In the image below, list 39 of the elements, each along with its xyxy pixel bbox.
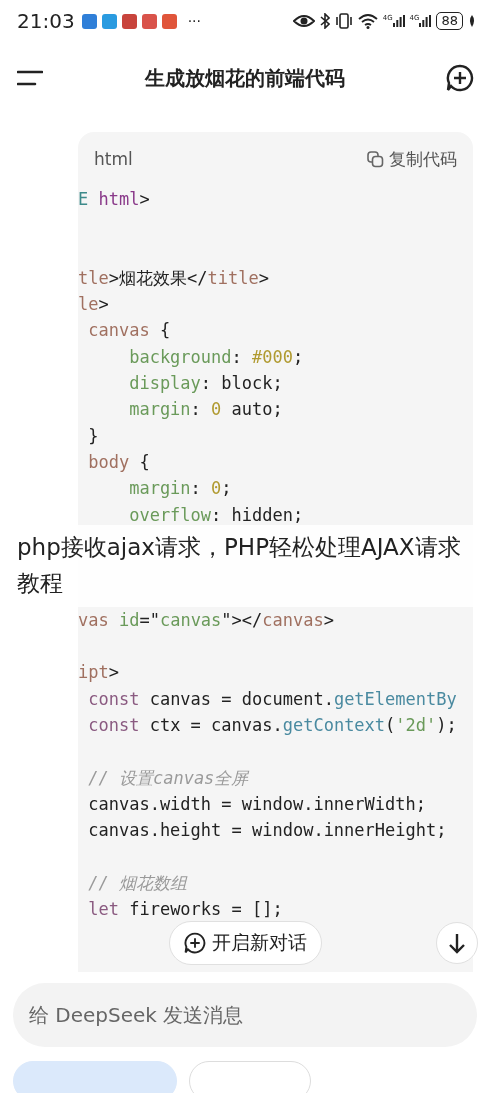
wifi-icon (357, 13, 378, 29)
new-chat-icon[interactable] (446, 64, 474, 92)
copy-icon (367, 150, 384, 168)
down-arrow-icon (447, 932, 467, 954)
new-chat-button[interactable]: 开启新对话 (169, 921, 322, 965)
bluetooth-icon (319, 13, 330, 29)
code-line: body { (87, 450, 151, 474)
code-line: E html> (78, 188, 151, 211)
code-line: const canvas = document.getElementBy (87, 687, 458, 711)
code-line: canvas.width = window.innerWidth; (87, 792, 427, 816)
code-line: display: block; (128, 372, 284, 396)
menu-icon[interactable] (17, 70, 43, 86)
code-line: margin: 0 auto; (128, 398, 284, 422)
copy-code-button[interactable]: 复制代码 (367, 147, 457, 171)
vibrate-icon (334, 13, 353, 29)
code-line: le> (78, 293, 110, 317)
signal-icon (392, 15, 405, 27)
status-time: 21:03 (17, 9, 75, 33)
code-line: ipt> (78, 661, 120, 685)
code-line: canvas { (87, 319, 172, 343)
code-line: // 设置canvas全屏 (87, 766, 250, 790)
code-line: const ctx = canvas.getContext('2d'); (87, 713, 458, 737)
code-line: let fireworks = []; (87, 898, 284, 921)
code-line: margin: 0; (128, 477, 233, 501)
code-line: vas id="canvas"></canvas> (78, 608, 335, 632)
code-line: background: #000; (128, 345, 305, 369)
more-notifications: ··· (187, 13, 201, 29)
message-input[interactable]: 给 DeepSeek 发送消息 (13, 983, 477, 1047)
code-line: } (87, 424, 100, 448)
code-line: overflow: hidden; (128, 503, 305, 527)
code-language: html (94, 149, 133, 169)
new-chat-icon (184, 932, 206, 954)
code-line: canvas.height = window.innerHeight; (87, 819, 448, 843)
code-line: // 烟花数组 (87, 871, 189, 895)
eye-icon (292, 13, 315, 29)
code-line: tle>烟花效果</title> (78, 266, 270, 290)
chat-title: 生成放烟花的前端代码 (144, 64, 345, 92)
signal-icon (419, 15, 432, 27)
battery-level: 88 (436, 12, 463, 30)
